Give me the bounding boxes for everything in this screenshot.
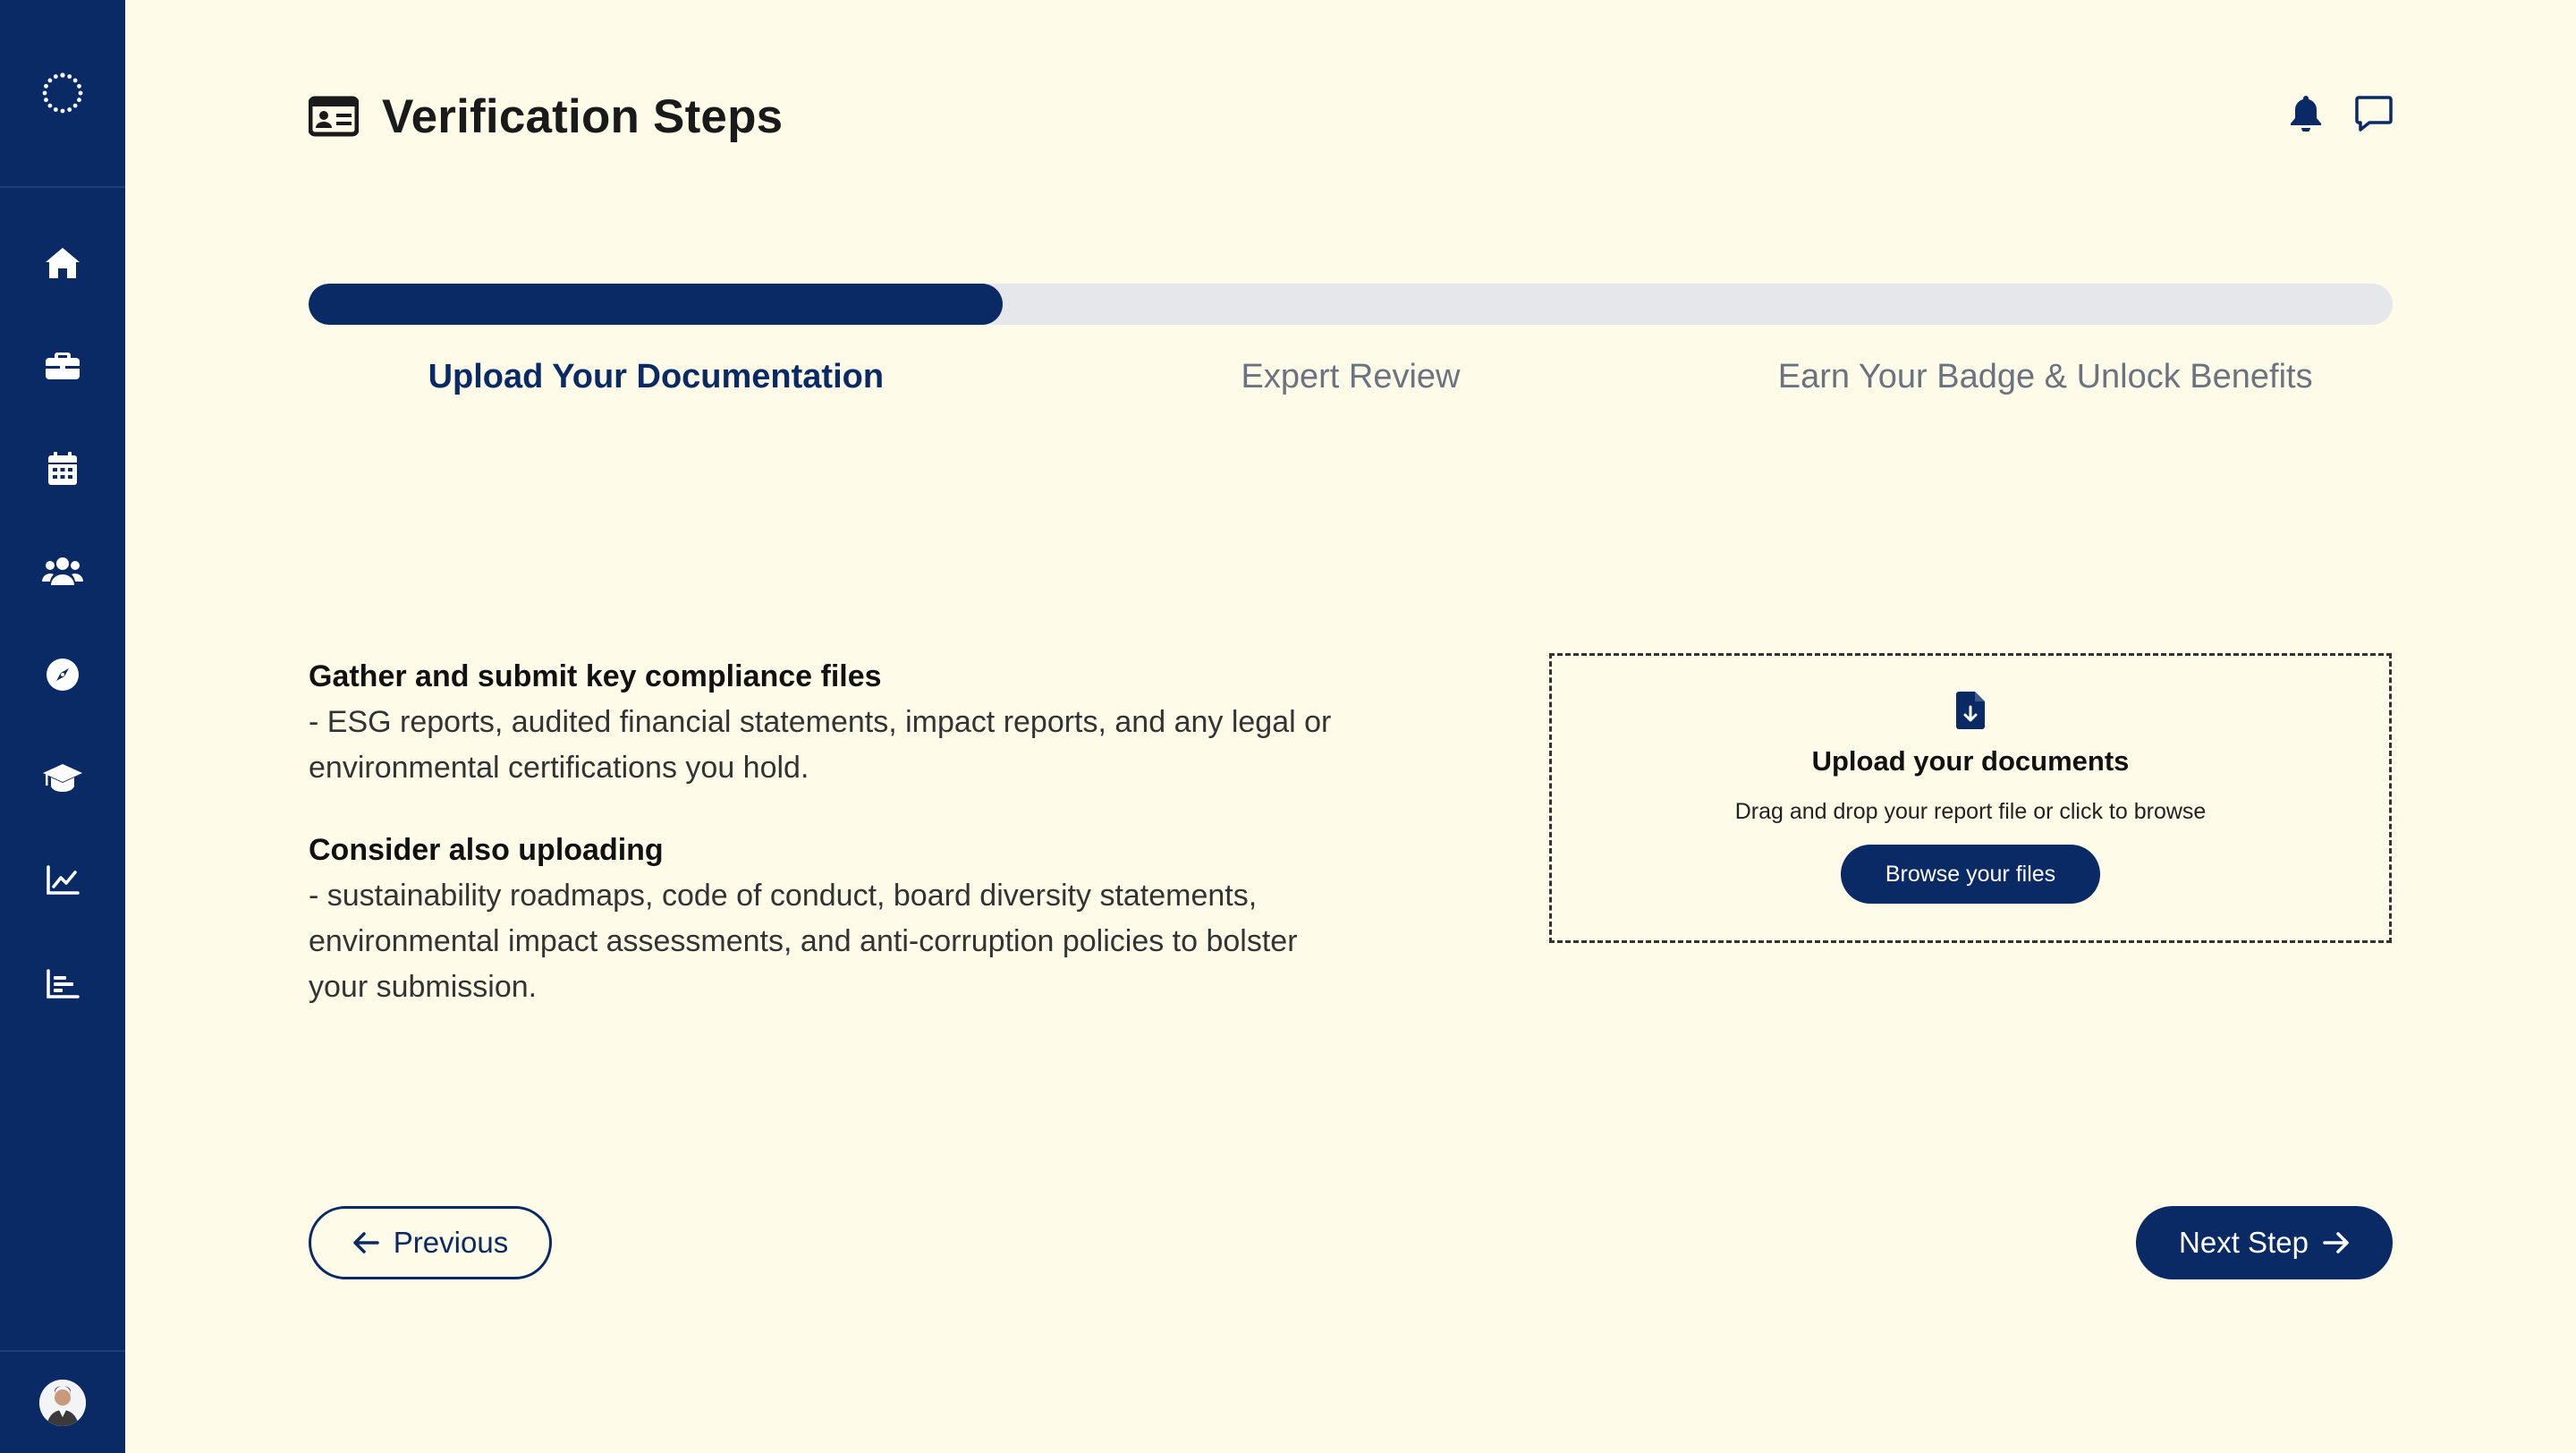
- sidebar-item-briefcase[interactable]: [0, 329, 125, 401]
- steps-nav: Upload Your Documentation Expert Review …: [309, 358, 2393, 412]
- progress-bar-fill: [309, 284, 1003, 325]
- compass-icon: [47, 659, 79, 691]
- bell-icon: [2291, 96, 2321, 132]
- page-header: Verification Steps: [309, 85, 783, 148]
- spinner-dots-logo-icon: [42, 72, 83, 114]
- sidebar-footer: [0, 1350, 125, 1453]
- file-download-icon: [1956, 692, 1985, 729]
- bar-chart-icon: [47, 969, 80, 998]
- line-chart-icon: [47, 865, 80, 895]
- next-step-button[interactable]: Next Step: [2136, 1206, 2393, 1279]
- notifications-button[interactable]: [2285, 92, 2326, 133]
- arrow-left-icon: [353, 1232, 379, 1253]
- messages-button[interactable]: [2353, 92, 2394, 133]
- previous-button-label: Previous: [393, 1226, 509, 1259]
- logo[interactable]: [0, 0, 125, 188]
- next-step-button-label: Next Step: [2179, 1226, 2309, 1259]
- sidebar-item-explore[interactable]: [0, 639, 125, 710]
- chat-icon: [2355, 96, 2393, 132]
- calendar-icon: [48, 452, 77, 485]
- sidebar-item-calendar[interactable]: [0, 433, 125, 505]
- instructions-heading-gather: Gather and submit key compliance files: [309, 659, 882, 693]
- header-actions: [2285, 92, 2394, 133]
- instructions-heading-consider: Consider also uploading: [309, 833, 664, 867]
- previous-button[interactable]: Previous: [309, 1206, 552, 1279]
- upload-title: Upload your documents: [1811, 745, 2130, 777]
- briefcase-icon: [46, 353, 80, 379]
- sidebar-item-home[interactable]: [0, 227, 125, 299]
- home-icon: [46, 248, 80, 278]
- instructions-body-consider: - sustainability roadmaps, code of condu…: [309, 879, 1298, 1004]
- users-icon: [42, 557, 83, 585]
- instructions-body-gather: - ESG reports, audited financial stateme…: [309, 705, 1332, 785]
- instructions: Gather and submit key compliance files -…: [309, 653, 1364, 1046]
- sidebar: [0, 0, 125, 1453]
- page-title: Verification Steps: [382, 89, 784, 143]
- upload-dropzone[interactable]: Upload your documents Drag and drop your…: [1549, 653, 2392, 943]
- browse-files-button[interactable]: Browse your files: [1840, 845, 2101, 904]
- sidebar-item-analytics[interactable]: [0, 845, 125, 916]
- upload-subtitle: Drag and drop your report file or click …: [1734, 799, 2207, 824]
- step-upload-documentation[interactable]: Upload Your Documentation: [309, 358, 1004, 412]
- sidebar-item-learning[interactable]: [0, 743, 125, 814]
- step-earn-badge[interactable]: Earn Your Badge & Unlock Benefits: [1698, 358, 2393, 412]
- user-avatar[interactable]: [39, 1379, 86, 1426]
- id-card-icon: [309, 96, 359, 137]
- sidebar-item-users[interactable]: [0, 535, 125, 607]
- graduation-cap-icon: [43, 764, 82, 792]
- sidebar-item-reports[interactable]: [0, 948, 125, 1020]
- arrow-right-icon: [2323, 1232, 2349, 1253]
- progress-bar: [309, 284, 2393, 325]
- step-expert-review[interactable]: Expert Review: [1004, 358, 1699, 412]
